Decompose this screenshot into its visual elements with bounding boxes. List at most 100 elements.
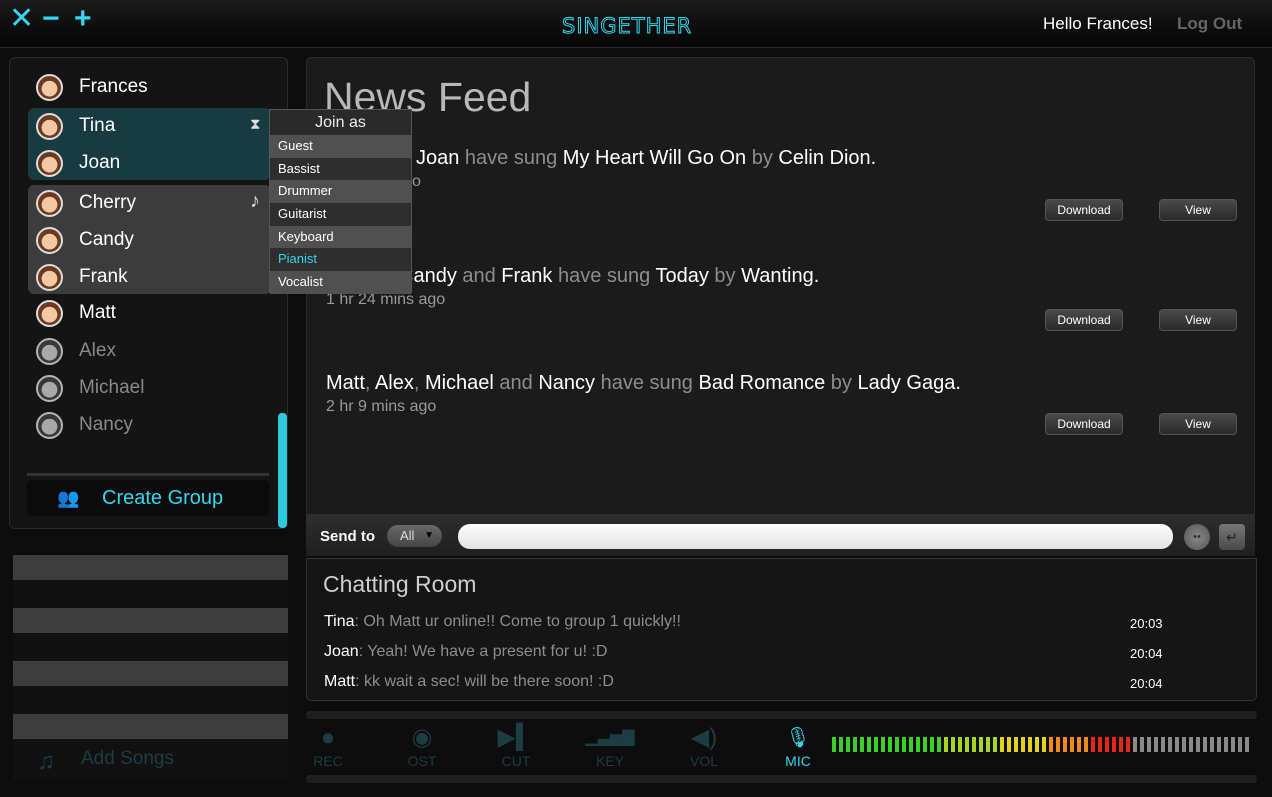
join-option[interactable]: Guitarist xyxy=(270,203,411,226)
download-button[interactable]: Download xyxy=(1045,413,1123,435)
recipient-select[interactable]: All ▼ xyxy=(387,525,442,547)
view-button[interactable]: View xyxy=(1159,199,1237,221)
group-icon: 👥 xyxy=(57,487,80,508)
song-slot[interactable] xyxy=(13,661,288,686)
meter-segment xyxy=(874,737,878,752)
avatar xyxy=(36,149,63,177)
key-button[interactable]: ▁▃▅▇ KEY xyxy=(580,724,640,769)
feed-timestamp: o xyxy=(412,173,421,190)
cut-button[interactable]: ▶▍ CUT xyxy=(486,724,546,769)
meter-segment xyxy=(853,737,857,752)
friend-item[interactable]: Candy xyxy=(36,225,266,255)
join-option[interactable]: Vocalist xyxy=(270,271,411,294)
feed-text: Joan have sung My Heart Will Go On by Ce… xyxy=(416,147,877,169)
meter-segment xyxy=(1217,737,1221,752)
friends-scrollbar[interactable] xyxy=(278,413,287,528)
music-note-icon: ♪ xyxy=(250,190,260,212)
logout-link[interactable]: Log Out xyxy=(1177,14,1242,34)
meter-segment xyxy=(860,737,864,752)
meter-segment xyxy=(1084,737,1088,752)
join-option[interactable]: Bassist xyxy=(270,157,411,181)
message-input[interactable] xyxy=(458,524,1173,549)
song-slot[interactable] xyxy=(13,608,288,633)
meter-segment xyxy=(1091,737,1095,752)
minimize-icon[interactable]: − xyxy=(42,4,60,34)
ost-button[interactable]: ◉ OST xyxy=(392,724,452,769)
join-option[interactable]: Keyboard xyxy=(270,225,411,249)
chat-timestamp: 20:04 xyxy=(1130,646,1163,661)
friend-name: Michael xyxy=(79,377,145,398)
download-button[interactable]: Download xyxy=(1045,199,1123,221)
add-songs-label: Add Songs xyxy=(81,748,174,769)
meter-segment xyxy=(1105,737,1109,752)
meter-segment xyxy=(846,737,850,752)
meter-segment xyxy=(930,737,934,752)
maximize-icon[interactable]: + xyxy=(74,4,92,34)
meter-segment xyxy=(909,737,913,752)
friend-item[interactable]: Frances xyxy=(36,72,266,102)
meter-segment xyxy=(1126,737,1130,752)
friend-item[interactable]: Frank xyxy=(36,262,266,292)
meter-segment xyxy=(993,737,997,752)
meter-segment xyxy=(958,737,962,752)
rec-button[interactable]: ● REC xyxy=(298,724,358,769)
friend-item[interactable]: Cherry xyxy=(36,188,266,218)
friend-name: Matt xyxy=(79,302,116,323)
meter-segment xyxy=(1112,737,1116,752)
mic-button[interactable]: 🎙 MIC xyxy=(768,724,828,769)
meter-segment xyxy=(1245,737,1249,752)
friend-item[interactable]: Nancy xyxy=(36,410,266,440)
emoji-icon[interactable]: •• xyxy=(1184,524,1210,550)
meter-segment xyxy=(881,737,885,752)
music-icon: ♫ xyxy=(37,748,55,775)
view-button[interactable]: View xyxy=(1159,309,1237,331)
meter-segment xyxy=(1070,737,1074,752)
meter-segment xyxy=(1133,737,1137,752)
close-icon[interactable]: ✕ xyxy=(9,4,34,34)
meter-segment xyxy=(1182,737,1186,752)
meter-segment xyxy=(839,737,843,752)
meter-segment xyxy=(1210,737,1214,752)
meter-segment xyxy=(1042,737,1046,752)
meter-segment xyxy=(923,737,927,752)
control-label: REC xyxy=(313,753,343,769)
friend-name: Tina xyxy=(79,115,116,136)
meter-segment xyxy=(1000,737,1004,752)
vol-button[interactable]: ◀) VOL xyxy=(674,724,734,769)
enter-icon[interactable]: ↵ xyxy=(1219,524,1245,550)
friend-item[interactable]: Tina xyxy=(36,111,266,141)
disc-icon: ◉ xyxy=(411,724,433,751)
meter-segment xyxy=(867,737,871,752)
chevron-down-icon: ▼ xyxy=(424,530,434,541)
chatting-room: Chatting Room Tina: Oh Matt ur online!! … xyxy=(306,558,1257,701)
song-slot[interactable] xyxy=(13,555,288,580)
send-to-label: Send to xyxy=(320,528,375,545)
song-slot[interactable] xyxy=(13,714,288,739)
control-label: VOL xyxy=(689,753,718,769)
meter-segment xyxy=(1021,737,1025,752)
friend-item[interactable]: Alex xyxy=(36,336,266,366)
hourglass-icon: ⧗ xyxy=(250,116,261,133)
join-option[interactable]: Drummer xyxy=(270,180,411,204)
friend-item[interactable]: Michael xyxy=(36,373,266,403)
avatar xyxy=(36,189,63,217)
meter-segment xyxy=(1238,737,1242,752)
join-option[interactable]: Guest xyxy=(270,135,411,158)
add-songs-button[interactable]: ♫ Add Songs xyxy=(37,748,174,775)
friend-item[interactable]: Joan xyxy=(36,148,266,178)
meter-segment xyxy=(1063,737,1067,752)
chat-message: Matt: kk wait a sec! will be there soon!… xyxy=(324,673,614,690)
avatar xyxy=(36,73,63,101)
meter-segment xyxy=(1014,737,1018,752)
view-button[interactable]: View xyxy=(1159,413,1237,435)
record-icon: ● xyxy=(320,724,336,751)
send-bar: Send to All ▼ •• ↵ xyxy=(306,515,1255,556)
create-group-button[interactable]: 👥 Create Group xyxy=(27,480,269,516)
control-bar-top xyxy=(306,711,1257,719)
friend-item[interactable]: Matt xyxy=(36,298,266,328)
control-label: KEY xyxy=(595,753,624,769)
meter-segment xyxy=(1231,737,1235,752)
join-option[interactable]: Pianist xyxy=(270,248,411,272)
download-button[interactable]: Download xyxy=(1045,309,1123,331)
meter-segment xyxy=(902,737,906,752)
